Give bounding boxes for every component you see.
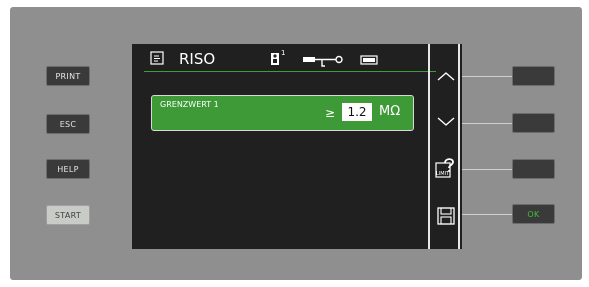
softkey-1-button[interactable] [512,66,555,86]
display-screen: RISO 1 GRENZWERT 1 ≥ 1.2 MΩ LIMIT [132,44,462,249]
limit-operator: ≥ [325,106,336,120]
connector-line-2 [462,123,512,124]
limit-icon: LIMIT [435,157,457,179]
connector-line-1 [462,76,512,77]
probe-number: 1 [281,49,286,57]
softkey-2-button[interactable] [512,113,555,133]
help-button[interactable]: HELP [46,159,90,179]
document-icon [150,51,164,65]
connector-line-4 [462,214,512,215]
limit-unit: MΩ [379,104,401,119]
limit-value-box[interactable]: GRENZWERT 1 ≥ 1.2 MΩ [151,95,414,131]
arrow-up-icon [437,72,455,81]
limit-softkey-label: LIMIT [436,171,450,177]
limit-value-field[interactable]: 1.2 [342,103,372,121]
probe-one-icon: 1 [270,49,288,66]
header-divider [144,71,436,72]
save-icon [437,207,455,225]
limit-softkey[interactable]: LIMIT [430,152,462,184]
esc-button[interactable]: ESC [46,114,90,134]
test-lead-icon [303,55,343,67]
softkey-3-button[interactable] [512,159,555,179]
print-button[interactable]: PRINT [46,66,90,86]
page-title: RISO [179,50,216,68]
limit-label: GRENZWERT 1 [160,100,219,109]
save-softkey[interactable] [430,200,462,232]
connector-line-3 [462,169,512,170]
up-softkey[interactable] [430,60,462,92]
ok-button[interactable]: OK [512,204,555,224]
start-button[interactable]: START [46,205,90,225]
arrow-down-icon [437,117,455,126]
down-softkey[interactable] [430,106,462,138]
battery-icon [360,55,378,65]
